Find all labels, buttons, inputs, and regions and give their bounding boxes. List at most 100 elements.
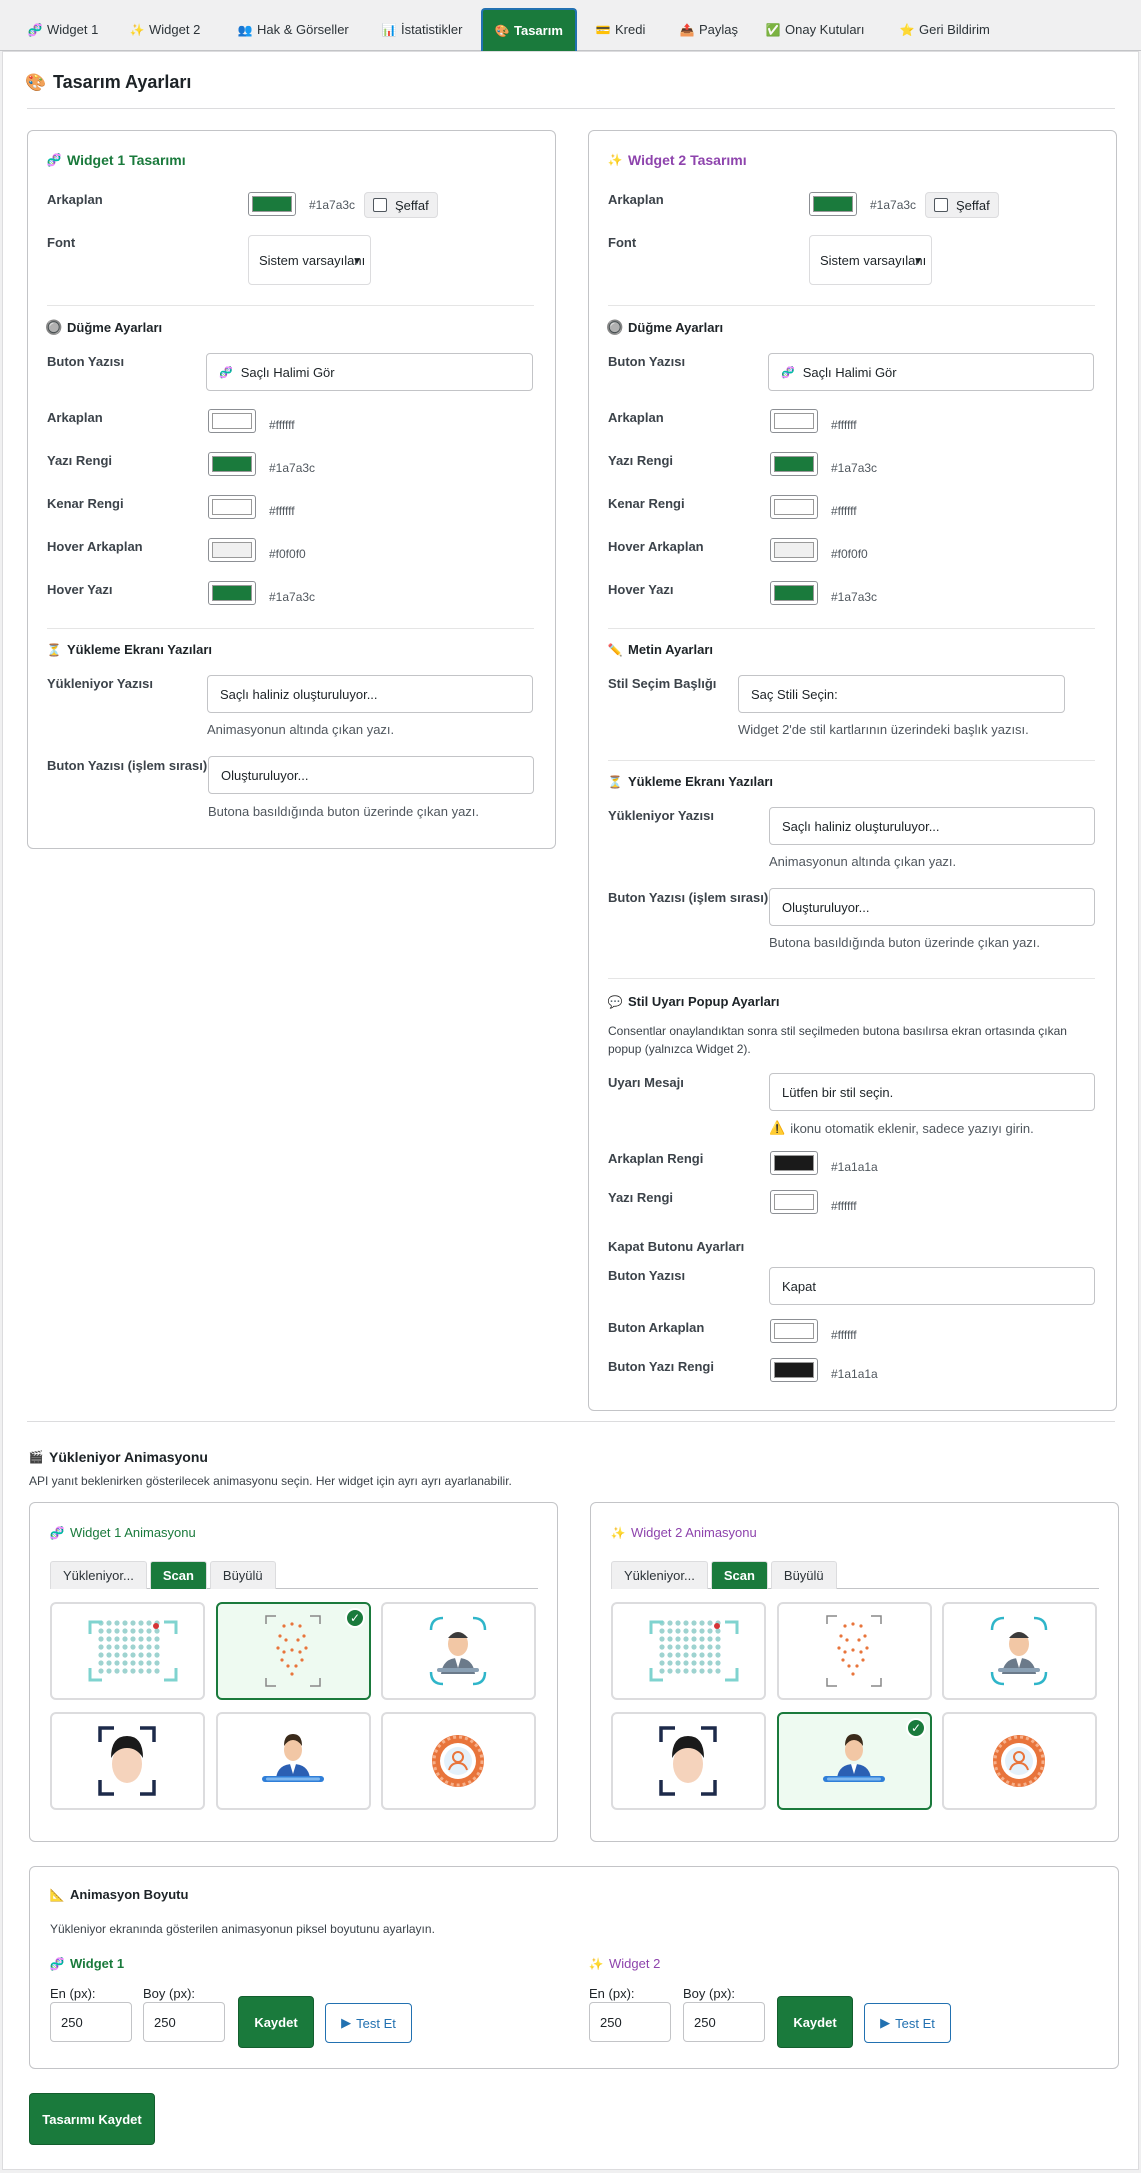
- w2-bg-color-picker[interactable]: [809, 192, 857, 216]
- w2-transparent-checkbox[interactable]: Şeffaf: [925, 192, 999, 218]
- w2-hover-text-picker[interactable]: [770, 581, 818, 605]
- tab-6[interactable]: 💳 Kredi: [584, 8, 657, 51]
- w1-text-color-picker[interactable]: [208, 452, 256, 476]
- w1-process-help: Butona basıldığında buton üzerinde çıkan…: [208, 804, 480, 819]
- w1-btn-text-input[interactable]: 🧬 Saçlı Halimi Gör: [206, 353, 533, 391]
- w2-close-bg-picker[interactable]: [770, 1319, 818, 1343]
- checkmark-icon: ✓: [906, 1718, 926, 1738]
- w2-button-section-title: 🔘 Düğme Ayarları: [606, 319, 724, 335]
- checkbox-box[interactable]: [373, 198, 387, 212]
- save-design-button[interactable]: Tasarımı Kaydet: [29, 2093, 155, 2145]
- w2-test-button[interactable]: ▶ Test Et: [864, 2003, 951, 2043]
- w2-popup-desc: Consentlar onaylandıktan sonra stil seçi…: [608, 1024, 1067, 1038]
- w2-anim-option-portrait-scan[interactable]: [942, 1602, 1097, 1700]
- w2-anim-option-face-scan[interactable]: [777, 1602, 932, 1700]
- w2-popup-text-picker[interactable]: [770, 1190, 818, 1214]
- credit-card-icon: 💳: [595, 22, 611, 37]
- anim-tab[interactable]: Büyülü: [209, 1561, 276, 1589]
- w2-warn-help: ⚠️ ikonu otomatik eklenir, sadece yazıyı …: [769, 1120, 1034, 1136]
- color-swatch: [774, 499, 814, 515]
- w2-anim-tabs: Yükleniyor... Scan Büyülü: [611, 1561, 1099, 1589]
- w2-process-input[interactable]: Oluşturuluyor...: [769, 888, 1095, 926]
- w1-hover-bg-label: Hover Arkaplan: [47, 539, 143, 554]
- w2-width-input[interactable]: 250: [589, 2002, 671, 2042]
- w2-btn-bg-picker[interactable]: [770, 409, 818, 433]
- anim-tab[interactable]: Scan: [710, 1561, 768, 1589]
- anim-tab[interactable]: Yükleniyor...: [611, 1561, 708, 1589]
- w1-size-save-button[interactable]: Kaydet: [238, 1996, 314, 2048]
- w2-anim-option-dot-grid[interactable]: [611, 1602, 766, 1700]
- w2-border-picker[interactable]: [770, 495, 818, 519]
- w1-test-button[interactable]: ▶ Test Et: [325, 2003, 412, 2043]
- w1-hover-bg-picker[interactable]: [208, 538, 256, 562]
- w1-text-color-label: Yazı Rengi: [47, 453, 113, 468]
- w2-loading-label: Yükleniyor Yazısı: [608, 808, 714, 823]
- w1-bg-color-picker[interactable]: [248, 192, 296, 216]
- anim-tab[interactable]: Scan: [149, 1561, 207, 1589]
- w1-border-picker[interactable]: [208, 495, 256, 519]
- w2-anim-option-round-badge[interactable]: [942, 1712, 1097, 1810]
- checkbox-box[interactable]: [934, 198, 948, 212]
- tab-2[interactable]: ✨ Widget 2: [118, 8, 212, 51]
- w2-size-save-button[interactable]: Kaydet: [777, 1996, 853, 2048]
- w1-font-select[interactable]: Sistem varsayılanı ▼: [248, 235, 371, 285]
- sparkles-icon: ✨: [610, 1525, 626, 1540]
- w2-hover-text-label: Hover Yazı: [608, 582, 674, 597]
- w2-warn-input[interactable]: Lütfen bir stil seçin.: [769, 1073, 1095, 1111]
- w1-width-input[interactable]: 250: [50, 2002, 132, 2042]
- w1-hover-text-picker[interactable]: [208, 581, 256, 605]
- w2-style-title-label: Stil Seçim Başlığı: [608, 676, 717, 691]
- tab-5[interactable]: 🎨 Tasarım: [481, 8, 577, 51]
- w1-process-input[interactable]: Oluşturuluyor...: [208, 756, 534, 794]
- w2-close-text-input[interactable]: Kapat: [769, 1267, 1095, 1305]
- w1-anim-option-portrait-bar[interactable]: [216, 1712, 371, 1810]
- widget2-design-title: ✨ Widget 2 Tasarımı: [607, 152, 747, 168]
- w1-height-input[interactable]: 250: [143, 2002, 225, 2042]
- w1-font-label: Font: [47, 235, 76, 250]
- page-title: 🎨 Tasarım Ayarları: [25, 72, 192, 92]
- tab-1[interactable]: 🧬 Widget 1: [16, 8, 110, 51]
- w1-transparent-checkbox[interactable]: Şeffaf: [364, 192, 438, 218]
- tab-7[interactable]: 📤 Paylaş: [668, 8, 750, 51]
- play-icon: ▶: [341, 2015, 352, 2030]
- w2-close-bg-label: Buton Arkaplan: [608, 1320, 705, 1335]
- portrait-scan-animation-icon: [429, 1616, 487, 1686]
- color-swatch: [813, 196, 853, 212]
- w2-close-fg-picker[interactable]: [770, 1358, 818, 1382]
- w2-style-title-input[interactable]: Saç Stili Seçin:: [738, 675, 1065, 713]
- tab-8[interactable]: ✅ Onay Kutuları: [754, 8, 877, 51]
- w1-anim-option-face-scan[interactable]: ✓: [216, 1602, 371, 1700]
- w2-height-input[interactable]: 250: [683, 2002, 765, 2042]
- anim-tab[interactable]: Büyülü: [770, 1561, 837, 1589]
- divider: [608, 760, 1095, 761]
- w2-text-color-picker[interactable]: [770, 452, 818, 476]
- w2-popup-bg-picker[interactable]: [770, 1151, 818, 1175]
- w1-btn-bg-hex: #ffffff: [269, 418, 295, 432]
- tab-9[interactable]: ⭐ Geri Bildirim: [888, 8, 1002, 51]
- w1-btn-bg-picker[interactable]: [208, 409, 256, 433]
- w1-loading-input[interactable]: Saçlı haliniz oluşturuluyor...: [207, 675, 533, 713]
- anim-tab[interactable]: Yükleniyor...: [50, 1561, 147, 1589]
- w2-text-section-title: ✏️ Metin Ayarları: [607, 642, 714, 657]
- w1-anim-option-round-badge[interactable]: [381, 1712, 536, 1810]
- w1-anim-option-portrait-scan[interactable]: [381, 1602, 536, 1700]
- dna-icon: 🧬: [781, 366, 795, 379]
- w2-font-select[interactable]: Sistem varsayılanı ▼: [809, 235, 932, 285]
- w2-hover-bg-picker[interactable]: [770, 538, 818, 562]
- w2-loading-input[interactable]: Saçlı haliniz oluşturuluyor...: [769, 807, 1095, 845]
- title-divider: [27, 108, 1115, 109]
- w1-text-color-hex: #1a7a3c: [269, 461, 316, 475]
- color-swatch: [774, 413, 814, 429]
- w1-anim-option-dot-grid[interactable]: [50, 1602, 205, 1700]
- w2-anim-option-face-frame[interactable]: [611, 1712, 766, 1810]
- w1-button-section-title: 🔘 Düğme Ayarları: [45, 319, 163, 335]
- color-swatch: [774, 585, 814, 601]
- w1-anim-option-face-frame[interactable]: [50, 1712, 205, 1810]
- portrait-scan-animation-icon: [990, 1616, 1048, 1686]
- w2-anim-option-portrait-bar[interactable]: ✓: [777, 1712, 932, 1810]
- tab-label: Onay Kutuları: [785, 22, 865, 37]
- w2-btn-text-input[interactable]: 🧬 Saçlı Halimi Gör: [768, 353, 1094, 391]
- tab-3[interactable]: 👥 Hak & Görseller: [226, 8, 361, 51]
- w2-close-fg-label: Buton Yazı Rengi: [608, 1359, 714, 1374]
- tab-4[interactable]: 📊 İstatistikler: [370, 8, 474, 51]
